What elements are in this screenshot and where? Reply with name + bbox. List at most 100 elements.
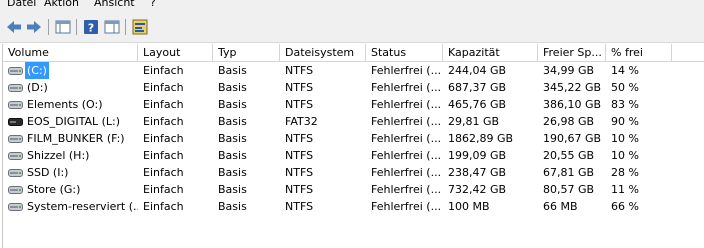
cell-status: Fehlerfrei (... [371,81,442,94]
cell-volume[interactable]: EOS_DIGITAL (L:) [3,113,138,130]
help-icon[interactable]: ? [83,19,99,35]
disk-drive-icon [8,185,25,194]
volume-name: Elements (O:) [27,98,103,111]
volume-name: Shizzel (H:) [27,149,90,162]
column-header-volume[interactable]: Volume [3,44,138,61]
disk-drive-icon [8,66,25,75]
toolbar: ? [0,11,704,43]
column-header-layout[interactable]: Layout [138,44,213,61]
disk-drive-icon [8,100,25,109]
volume-name: SSD (I:) [27,166,69,179]
cell-dateisystem: NTFS [285,200,314,213]
cell-dateisystem: NTFS [285,64,314,77]
cell-typ: Basis [218,132,247,145]
cell-dateisystem: NTFS [285,98,314,111]
removable-drive-icon [8,117,25,126]
cell-status: Fehlerfrei (... [371,115,442,128]
menu-aktion[interactable]: Aktion [44,0,79,10]
table-row[interactable]: Store (G:) Einfach Basis NTFS Fehlerfrei (..… [3,181,704,198]
cell-prozent-frei: 83 % [611,98,639,111]
cell-kapazitaet: 244,04 GB [448,64,507,77]
table-row[interactable]: Shizzel (H:) Einfach Basis NTFS Fehlerfrei (… [3,147,704,164]
cell-freier-speicher: 80,57 GB [543,183,595,196]
table-row[interactable]: EOS_DIGITAL (L:) Einfach Basis FAT32 Fehlerf… [3,113,704,130]
cell-dateisystem: NTFS [285,81,314,94]
cell-kapazitaet: 465,76 GB [448,98,507,111]
cell-typ: Basis [218,149,247,162]
cell-layout: Einfach [143,115,184,128]
table-row[interactable]: System-reserviert (... Einfach Basis NTFS Fe… [3,198,704,215]
volume-name: FILM_BUNKER (F:) [27,132,125,145]
cell-prozent-frei: 90 % [611,115,639,128]
arrow-left-icon[interactable] [6,19,22,35]
disk-drive-icon [8,83,25,92]
cell-freier-speicher: 386,10 GB [543,98,602,111]
menu-ansicht[interactable]: Ansicht [94,0,135,10]
cell-typ: Basis [218,81,247,94]
volume-name: Store (G:) [27,183,81,196]
cell-kapazitaet: 732,42 GB [448,183,507,196]
cell-layout: Einfach [143,166,184,179]
column-header-typ[interactable]: Typ [213,44,280,61]
cell-volume[interactable]: (C:) [3,62,138,79]
cell-prozent-frei: 10 % [611,132,639,145]
disk-drive-icon [8,151,25,160]
volume-list: Volume Layout Typ Dateisystem Status Kap… [2,44,704,248]
cell-freier-speicher: 345,22 GB [543,81,602,94]
cell-typ: Basis [218,64,247,77]
cell-volume[interactable]: System-reserviert (... [3,198,138,215]
column-header-dateisystem[interactable]: Dateisystem [280,44,366,61]
cell-typ: Basis [218,200,247,213]
action-pane-icon[interactable] [104,19,120,35]
cell-kapazitaet: 238,47 GB [448,166,507,179]
table-row[interactable]: FILM_BUNKER (F:) Einfach Basis NTFS Fehlerfr… [3,130,704,147]
cell-status: Fehlerfrei (... [371,64,442,77]
cell-prozent-frei: 66 % [611,200,639,213]
cell-volume[interactable]: (D:) [3,79,138,96]
cell-volume[interactable]: FILM_BUNKER (F:) [3,130,138,147]
column-header-status[interactable]: Status [366,44,443,61]
column-header-freier-speicher[interactable]: Freier Sp... [538,44,606,61]
console-tree-icon[interactable] [55,19,71,35]
cell-prozent-frei: 50 % [611,81,639,94]
svg-text:?: ? [88,22,94,35]
cell-layout: Einfach [143,81,184,94]
cell-volume[interactable]: Elements (O:) [3,96,138,113]
volume-name: System-reserviert (... [27,200,138,213]
arrow-right-icon[interactable] [26,19,42,35]
cell-layout: Einfach [143,183,184,196]
menu-datei[interactable]: Datei [7,0,36,10]
cell-dateisystem: NTFS [285,132,314,145]
cell-dateisystem: FAT32 [285,115,318,128]
cell-kapazitaet: 29,81 GB [448,115,500,128]
table-row[interactable]: Elements (O:) Einfach Basis NTFS Fehlerfrei … [3,96,704,113]
disk-drive-icon [8,168,25,177]
cell-volume[interactable]: Store (G:) [3,181,138,198]
cell-freier-speicher: 34,99 GB [543,64,595,77]
table-row[interactable]: (D:) Einfach Basis NTFS Fehlerfrei (... 687,3… [3,79,704,96]
disk-drive-icon [8,134,25,143]
disk-drive-icon [8,202,25,211]
cell-prozent-frei: 11 % [611,183,639,196]
table-row[interactable]: SSD (I:) Einfach Basis NTFS Fehlerfrei (... 2… [3,164,704,181]
toolbar-separator [48,19,49,35]
cell-status: Fehlerfrei (... [371,149,442,162]
cell-status: Fehlerfrei (... [371,132,442,145]
column-header-prozent-frei[interactable]: % frei [606,44,672,61]
cell-kapazitaet: 687,37 GB [448,81,507,94]
menu-help[interactable]: ? [150,0,156,10]
cell-typ: Basis [218,98,247,111]
cell-volume[interactable]: Shizzel (H:) [3,147,138,164]
table-row[interactable]: (C:) Einfach Basis NTFS Fehlerfrei (... 244,0… [3,62,704,79]
cell-kapazitaet: 199,09 GB [448,149,507,162]
properties-icon[interactable] [132,19,148,35]
cell-layout: Einfach [143,98,184,111]
cell-volume[interactable]: SSD (I:) [3,164,138,181]
volume-name: (D:) [27,81,48,94]
column-header-kapazitaet[interactable]: Kapazität [443,44,538,61]
cell-freier-speicher: 26,98 GB [543,115,595,128]
cell-layout: Einfach [143,149,184,162]
cell-kapazitaet: 1862,89 GB [448,132,514,145]
cell-status: Fehlerfrei (... [371,166,442,179]
cell-kapazitaet: 100 MB [448,200,490,213]
